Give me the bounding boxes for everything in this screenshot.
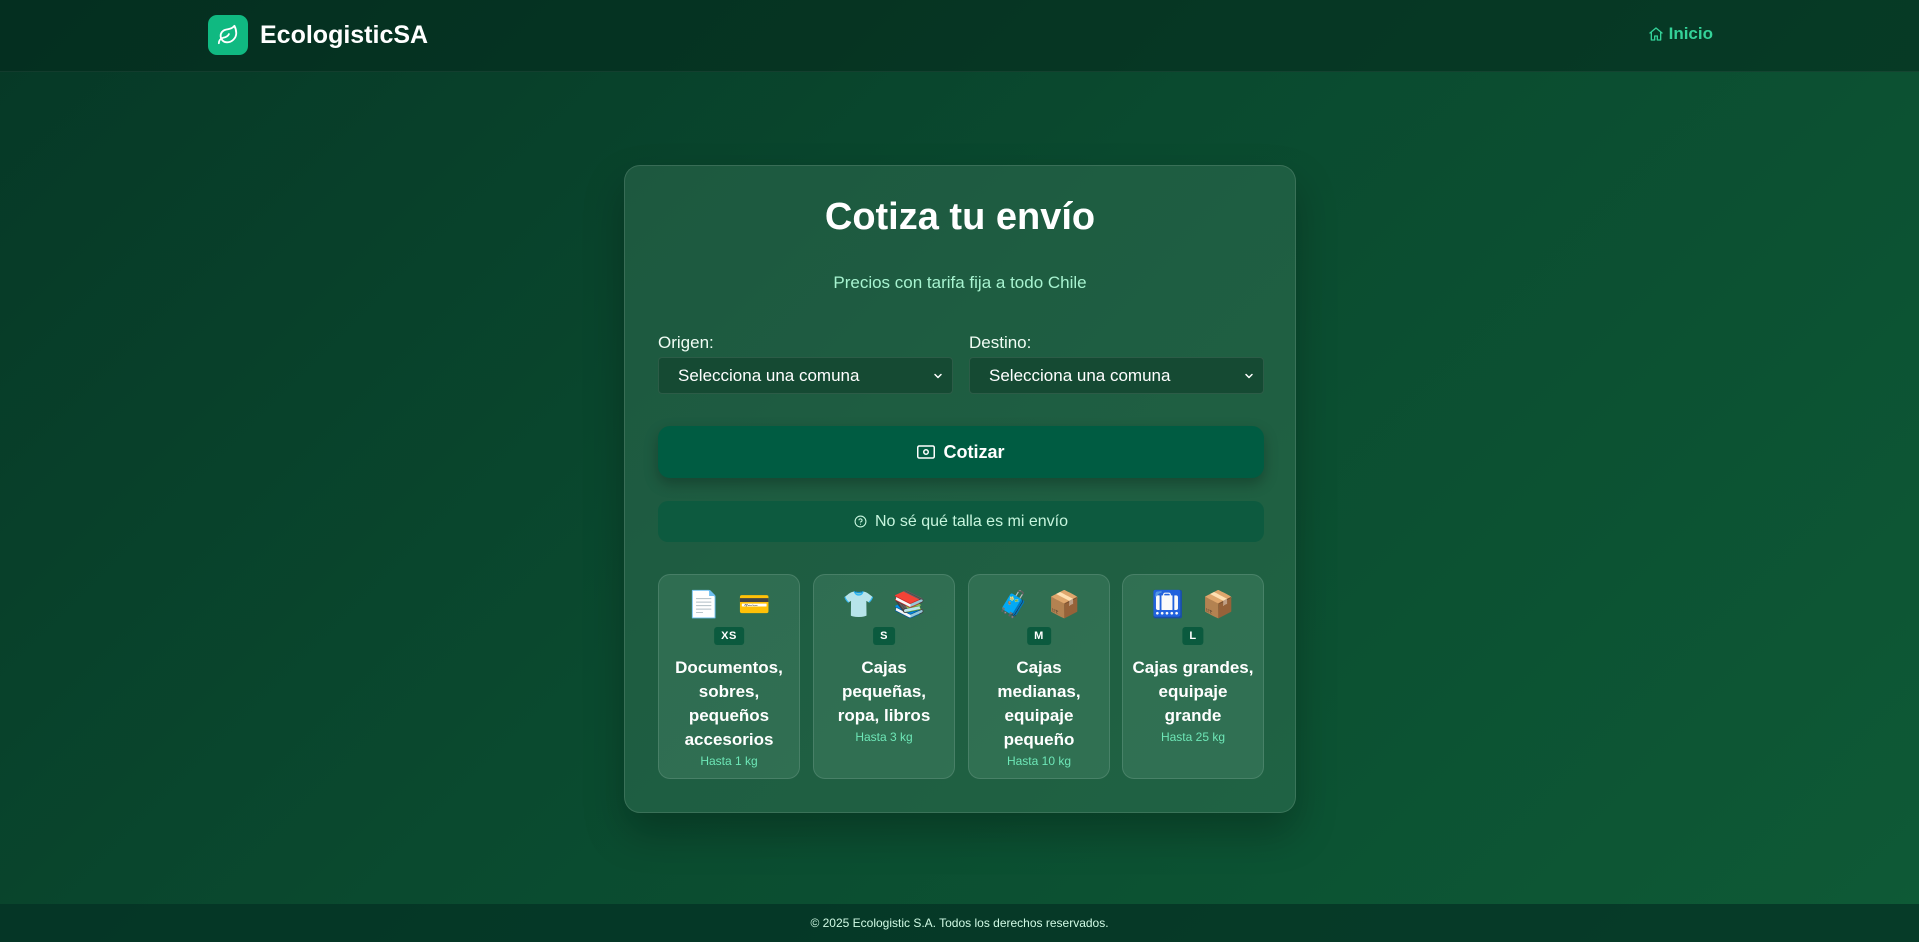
leaf-icon — [208, 15, 248, 55]
size-weight: Hasta 3 kg — [855, 730, 913, 744]
size-description: Documentos, sobres, pequeños accesorios … — [667, 656, 791, 769]
package-icon: 📦 — [1048, 589, 1081, 619]
size-description: Cajas medianas, equipaje pequeño Hasta 1… — [977, 656, 1101, 769]
size-weight: Hasta 10 kg — [1006, 754, 1072, 768]
size-description: Cajas grandes, equipaje grande Hasta 25 … — [1131, 656, 1255, 745]
size-badge: S — [873, 627, 895, 645]
credit-card-icon: 💳 — [738, 589, 771, 619]
size-icons: 🧳 📦 — [969, 589, 1109, 619]
size-description-text: Cajas pequeñas, ropa, libros — [837, 658, 931, 725]
origin-select[interactable]: Selecciona una comuna — [658, 357, 953, 394]
size-card-s[interactable]: 👕 📚 S Cajas pequeñas, ropa, libros Hasta… — [813, 574, 955, 779]
size-description: Cajas pequeñas, ropa, libros Hasta 3 kg — [822, 656, 946, 745]
page-title: Cotiza tu envío — [824, 196, 1096, 238]
destination-select[interactable]: Selecciona una comuna — [969, 357, 1264, 394]
brand-name: EcologisticSA — [260, 20, 429, 49]
size-icons: 👕 📚 — [814, 589, 954, 619]
origin-label: Origen: — [658, 333, 714, 352]
size-help-button[interactable]: No sé qué talla es mi envío — [658, 501, 1264, 542]
suitcase-icon: 🧳 — [997, 589, 1030, 619]
size-weight: Hasta 25 kg — [1160, 730, 1226, 744]
nav-home-label: Inicio — [1668, 24, 1713, 43]
size-card-l[interactable]: 🛄 📦 L Cajas grandes, equipaje grande Has… — [1122, 574, 1264, 779]
question-circle-icon — [854, 515, 867, 528]
size-description-text: Cajas medianas, equipaje pequeño — [997, 658, 1081, 749]
chevron-down-icon — [934, 373, 942, 379]
origin-select-value: Selecciona una comuna — [678, 365, 860, 385]
document-icon: 📄 — [687, 589, 720, 619]
size-card-xs[interactable]: 📄 💳 XS Documentos, sobres, pequeños acce… — [658, 574, 800, 779]
size-description-text: Documentos, sobres, pequeños accesorios — [675, 658, 783, 749]
home-icon — [1648, 27, 1663, 41]
quote-button[interactable]: Cotizar — [658, 426, 1264, 478]
quote-button-label: Cotizar — [943, 441, 1005, 462]
chevron-down-icon — [1245, 373, 1253, 379]
site-footer: © 2025 Ecologistic S.A. Todos los derech… — [0, 904, 1919, 942]
books-icon: 📚 — [893, 589, 926, 619]
size-badge: M — [1027, 627, 1051, 645]
brand[interactable]: EcologisticSA — [208, 15, 428, 55]
size-badge: L — [1182, 627, 1204, 645]
size-card-m[interactable]: 🧳 📦 M Cajas medianas, equipaje pequeño H… — [968, 574, 1110, 779]
destination-select-value: Selecciona una comuna — [989, 365, 1171, 385]
tshirt-icon: 👕 — [842, 589, 875, 619]
quote-card: Cotiza tu envío Precios con tarifa fija … — [624, 165, 1296, 813]
size-icons: 🛄 📦 — [1123, 589, 1263, 619]
copyright-text: © 2025 Ecologistic S.A. Todos los derech… — [810, 916, 1109, 930]
size-weight: Hasta 1 kg — [700, 754, 758, 768]
size-badge: XS — [714, 627, 744, 645]
site-header: EcologisticSA Inicio — [0, 0, 1919, 72]
destination-label: Destino: — [969, 333, 1032, 352]
size-icons: 📄 💳 — [659, 589, 799, 619]
package-icon: 📦 — [1202, 589, 1235, 619]
size-description-text: Cajas grandes, equipaje grande — [1132, 658, 1254, 725]
page-subtitle: Precios con tarifa fija a todo Chile — [833, 273, 1087, 292]
luggage-icon: 🛄 — [1151, 589, 1184, 619]
size-help-label: No sé qué talla es mi envío — [875, 512, 1068, 530]
nav-home-link[interactable]: Inicio — [1648, 24, 1713, 44]
money-icon — [917, 445, 936, 459]
